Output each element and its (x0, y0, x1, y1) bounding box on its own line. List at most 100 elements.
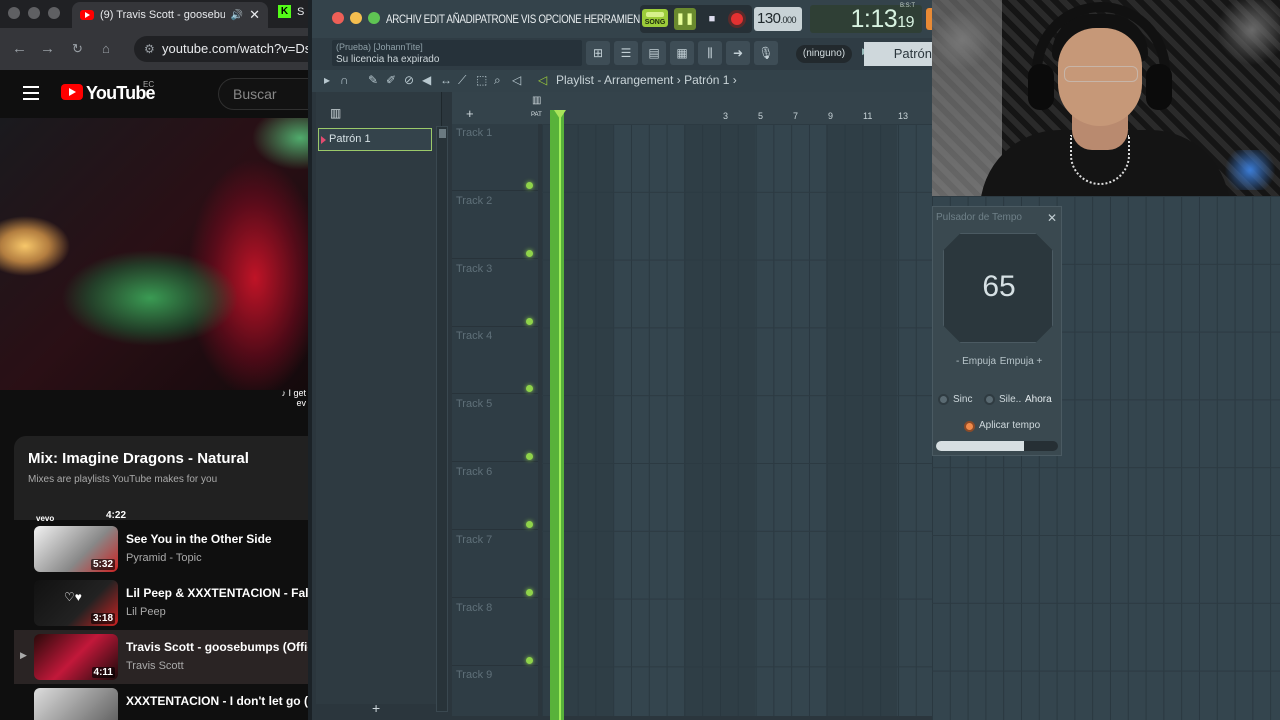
zoom-icon[interactable]: ⌕ (494, 73, 501, 88)
microphone-icon[interactable]: 🎙 (754, 41, 778, 65)
track-header[interactable]: Track 4 (452, 327, 538, 395)
track-header[interactable]: Track 7 (452, 531, 538, 598)
pattern-scrollbar[interactable] (436, 126, 448, 712)
tab-kick[interactable]: K S (278, 5, 304, 18)
url-field[interactable]: ⚙ youtube.com/watch?v=Ds (134, 36, 308, 62)
menu-icon[interactable] (23, 86, 39, 100)
pattern-tab[interactable]: Patrón (864, 42, 932, 66)
kick-favicon-icon: K (278, 5, 291, 18)
pause-button[interactable]: ❚❚ (674, 8, 696, 30)
pattern-picker-panel: ▥ Patrón 1 (316, 92, 442, 704)
track-active-led[interactable] (526, 385, 533, 393)
track-active-led[interactable] (526, 656, 533, 664)
video-thumbnail[interactable]: 5:32 (34, 526, 118, 572)
pattern-selector[interactable]: (ninguno) (796, 45, 852, 63)
reload-icon[interactable]: ↻ (72, 41, 83, 57)
url-text: youtube.com/watch?v=Ds (162, 41, 308, 56)
track-header[interactable]: Track 9 (452, 666, 538, 720)
tab-youtube[interactable]: (9) Travis Scott - goosebu 🔊 ✕ (72, 2, 268, 28)
add-pattern-icon[interactable]: + (372, 700, 380, 716)
track-header[interactable]: Track 2 (452, 192, 538, 259)
pattern-item[interactable]: Patrón 1 (318, 128, 432, 151)
track-active-led[interactable] (526, 521, 533, 528)
track-name: Track 7 (456, 533, 493, 546)
slip-icon[interactable]: ↔ (440, 73, 452, 87)
track-header[interactable]: Track 5 (452, 395, 538, 463)
window-minimize-dot[interactable] (350, 12, 362, 24)
close-icon[interactable]: ✕ (1047, 211, 1057, 225)
now-button[interactable]: Ahora (1025, 390, 1055, 410)
channel-rack-icon[interactable]: ☰ (614, 41, 638, 65)
window-zoom-dot[interactable] (368, 12, 380, 24)
track-header[interactable]: Track 8 (452, 599, 538, 666)
playlist-icon[interactable]: ⊞ (586, 41, 610, 65)
paint-icon[interactable]: ✐ (386, 73, 396, 87)
timeline-ruler[interactable]: + ▥ PAT 3 5 7 9 11 13 15 17 19 21 (452, 92, 932, 124)
playhead-marker-icon[interactable] (554, 110, 566, 119)
apply-tempo-led[interactable] (964, 421, 975, 432)
pencil-icon[interactable]: ✎ (368, 73, 378, 87)
tap-pad[interactable]: 65 (943, 233, 1053, 343)
home-icon[interactable]: ⌂ (102, 41, 110, 56)
list-item[interactable]: XXXTENTACION - I don't let go (Au (14, 684, 308, 720)
nudge-plus-button[interactable]: Empuja + (999, 351, 1043, 373)
track-active-led[interactable] (526, 249, 533, 257)
window-zoom-dot[interactable] (48, 7, 60, 19)
tab-title: S (297, 5, 305, 18)
song-time-display[interactable]: 1:1319 (810, 5, 922, 33)
list-item[interactable]: 5:32 See You in the Other Side Pyramid -… (14, 522, 308, 576)
tab-close-icon[interactable]: ✕ (249, 7, 268, 23)
playlist-grid[interactable] (542, 124, 932, 716)
slice-icon[interactable]: ⟋ (458, 73, 466, 88)
track-active-led[interactable] (526, 182, 533, 189)
list-item-playing[interactable]: ▶ 4:11 Travis Scott - goosebumps (Offici… (14, 630, 308, 684)
sync-radio[interactable] (938, 394, 949, 405)
video-thumbnail[interactable] (34, 688, 118, 720)
track-name: Track 3 (456, 262, 493, 275)
video-thumbnail[interactable]: ♡♥ 3:18 (34, 580, 118, 626)
main-menu[interactable]: ARCHIV EDIT AÑADIPATRONE VIS OPCIONE HER… (386, 12, 657, 26)
track-active-led[interactable] (526, 588, 533, 596)
window-minimize-dot[interactable] (28, 7, 40, 19)
site-info-icon[interactable]: ⚙ (144, 36, 155, 62)
plugin-picker-icon[interactable]: ➜ (726, 41, 750, 65)
arrow-right-icon[interactable]: ▸ (324, 73, 330, 87)
video-player[interactable] (0, 118, 308, 390)
track-header[interactable]: Track 1 (452, 124, 538, 191)
track-header[interactable]: Track 3 (452, 260, 538, 327)
mute-icon[interactable]: ◀ (422, 73, 431, 87)
piano-roll-icon[interactable]: ▤ (642, 41, 666, 65)
record-button[interactable] (728, 10, 746, 28)
mix-title[interactable]: Mix: Imagine Dragons - Natural (28, 450, 249, 467)
speaker-icon[interactable]: 🔊 (231, 10, 243, 21)
silent-radio[interactable] (984, 394, 995, 405)
mixer-icon[interactable]: ⫼ (698, 41, 722, 65)
track-header[interactable]: Track 6 (452, 463, 538, 530)
nudge-minus-button[interactable]: - Empuja (953, 351, 999, 373)
youtube-logo-icon[interactable] (61, 84, 83, 100)
search-input[interactable]: Buscar (218, 78, 308, 110)
track-active-led[interactable] (526, 453, 533, 461)
video-thumbnail[interactable]: 4:11 (34, 634, 118, 680)
pat-song-toggle[interactable]: SONG (642, 9, 668, 27)
track-active-led[interactable] (526, 317, 533, 325)
browser-icon[interactable]: ▦ (670, 41, 694, 65)
piano-icon[interactable]: ▥ (532, 95, 541, 106)
magnet-icon[interactable]: ∩ (340, 73, 349, 87)
select-icon[interactable]: ⬚ (476, 73, 487, 87)
stop-button[interactable]: ■ (702, 9, 722, 29)
list-item[interactable]: ♡♥ 3:18 Lil Peep & XXXTENTACION - Fallin… (14, 576, 308, 630)
window-close-dot[interactable] (332, 12, 344, 24)
add-track-icon[interactable]: + (466, 106, 474, 121)
tapper-slider[interactable] (936, 441, 1058, 451)
channel-name: Pyramid - Topic (126, 552, 202, 564)
forward-arrow-icon[interactable]: → (40, 40, 55, 57)
country-code: EC (143, 80, 155, 89)
window-close-dot[interactable] (8, 7, 20, 19)
back-arrow-icon[interactable]: ← (12, 40, 27, 57)
pattern-picker-icon[interactable]: ▥ (330, 106, 341, 120)
playhead[interactable] (559, 110, 561, 720)
speaker-icon[interactable]: ◁ (512, 73, 521, 87)
delete-icon[interactable]: ⊘ (404, 73, 414, 87)
tempo-display[interactable]: 130.000 (754, 7, 802, 31)
